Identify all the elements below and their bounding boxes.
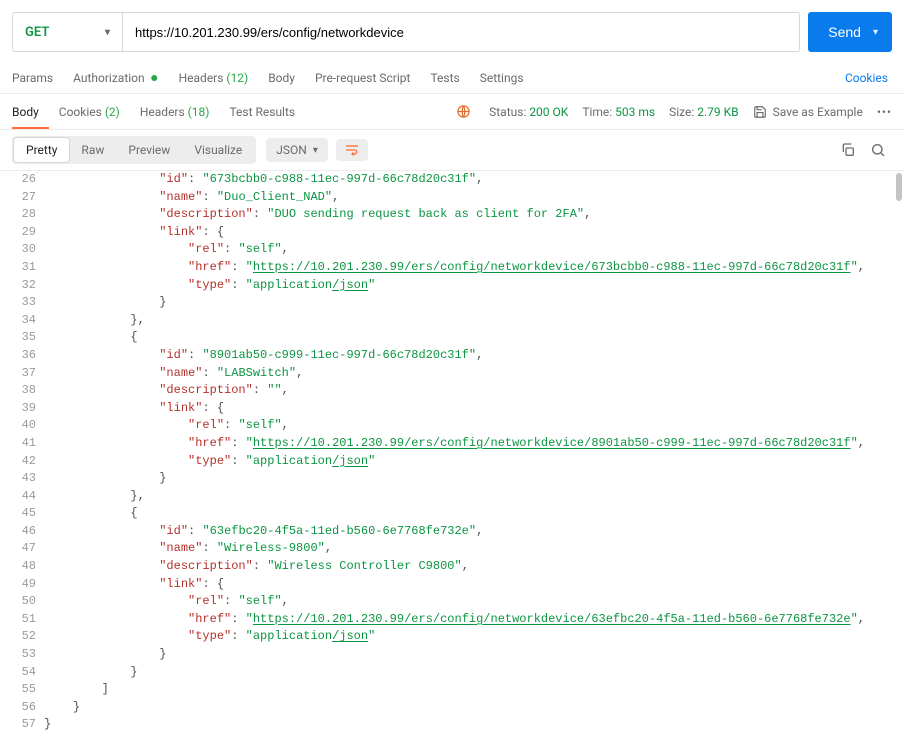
chevron-down-icon: ▾ [105, 27, 110, 38]
search-icon[interactable] [864, 138, 892, 162]
status-value: 200 OK [529, 105, 568, 119]
url-input[interactable] [122, 12, 800, 52]
more-options-icon[interactable]: ••• [877, 105, 892, 119]
tab-authorization[interactable]: Authorization ● [63, 71, 168, 85]
response-tab-headers[interactable]: Headers (18) [130, 94, 220, 129]
time-value: 503 ms [615, 105, 655, 119]
request-tabs: Params Authorization ● Headers (12) Body… [0, 62, 904, 94]
view-preview-button[interactable]: Preview [116, 138, 182, 162]
view-raw-button[interactable]: Raw [69, 138, 116, 162]
tab-headers[interactable]: Headers (12) [169, 71, 259, 85]
view-mode-bar: Pretty Raw Preview Visualize JSON ▾ [0, 130, 904, 171]
send-button-label: Send [828, 24, 861, 40]
view-mode-group: Pretty Raw Preview Visualize [12, 136, 256, 164]
format-select[interactable]: JSON ▾ [266, 138, 328, 162]
tab-params[interactable]: Params [12, 71, 63, 85]
tab-tests[interactable]: Tests [420, 71, 469, 85]
response-bar: Body Cookies (2) Headers (18) Test Resul… [0, 94, 904, 130]
view-visualize-button[interactable]: Visualize [182, 138, 254, 162]
size-label: Size: [669, 105, 694, 119]
tab-body[interactable]: Body [258, 71, 305, 85]
chevron-down-icon[interactable]: ▾ [873, 27, 878, 38]
response-tab-body[interactable]: Body [12, 94, 49, 129]
response-tab-test-results[interactable]: Test Results [219, 94, 305, 129]
tab-settings[interactable]: Settings [470, 71, 534, 85]
http-method-select[interactable]: GET ▾ [12, 12, 122, 52]
time-label: Time: [582, 105, 612, 119]
line-wrap-button[interactable] [336, 139, 368, 161]
response-status-block: Status: 200 OK Time: 503 ms Size: 2.79 K… [456, 104, 892, 119]
http-method-value: GET [25, 25, 49, 40]
cookies-link[interactable]: Cookies [845, 71, 892, 85]
code-content: "id": "673bcbb0-c988-11ec-997d-66c78d20c… [44, 171, 904, 734]
save-as-example-button[interactable]: Save as Example [753, 105, 863, 119]
size-value: 2.79 KB [697, 105, 738, 119]
line-number-gutter: 2627282930313233343536373839404142434445… [0, 171, 44, 734]
request-bar: GET ▾ Send ▾ [0, 0, 904, 62]
response-body-code[interactable]: 2627282930313233343536373839404142434445… [0, 171, 904, 734]
view-pretty-button[interactable]: Pretty [14, 138, 69, 162]
copy-icon[interactable] [834, 138, 862, 162]
response-tab-cookies[interactable]: Cookies (2) [49, 94, 130, 129]
network-globe-icon[interactable] [456, 104, 471, 119]
send-button[interactable]: Send ▾ [808, 12, 892, 52]
status-dot-icon: ● [147, 70, 159, 86]
chevron-down-icon: ▾ [313, 145, 318, 156]
tab-prerequest-script[interactable]: Pre-request Script [305, 71, 420, 85]
status-label: Status: [489, 105, 526, 119]
